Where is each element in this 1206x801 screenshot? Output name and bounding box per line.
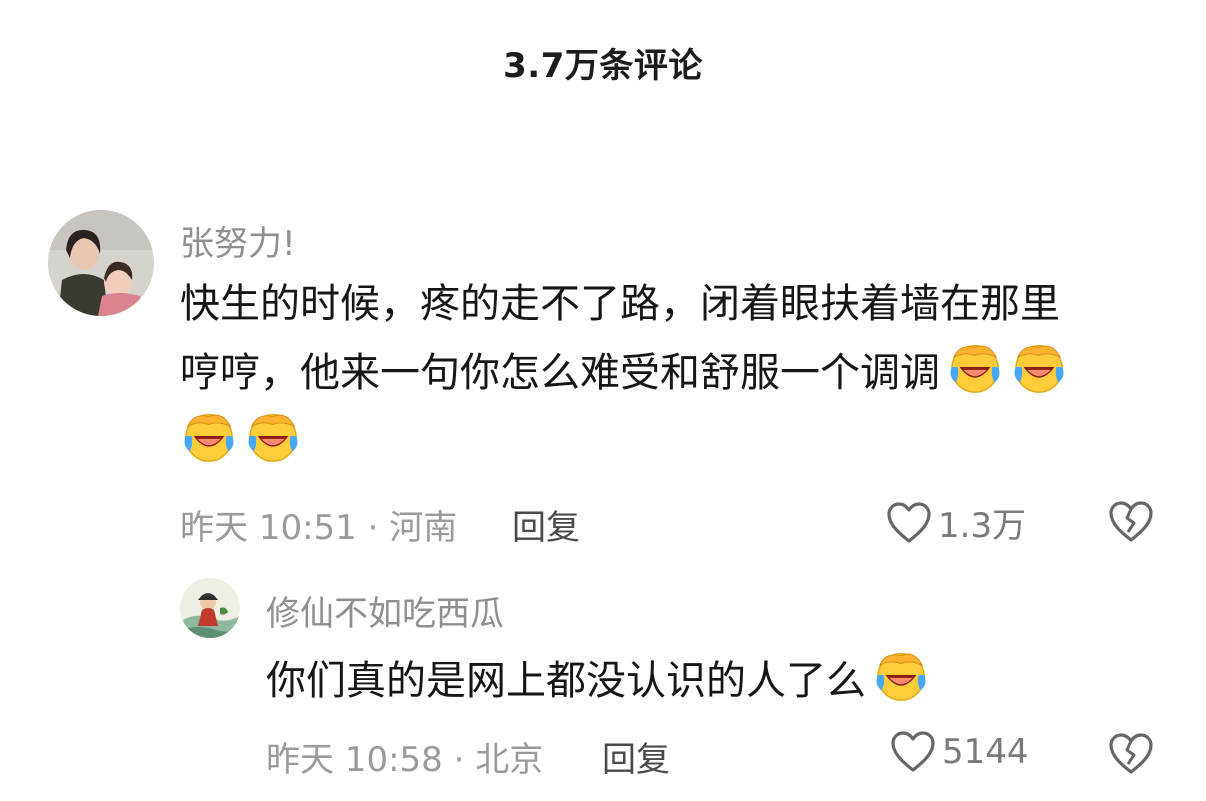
user-avatar[interactable] [180, 578, 240, 638]
heart-icon [891, 731, 935, 772]
like-count: 5144 [942, 732, 1029, 772]
comment-body: 快生的时候，疼的走不了路，闭着眼扶着墙在那里 哼哼，他来一句你怎么难受和舒服一个… [180, 270, 1170, 476]
comments-count-title: 3.7万条评论 [503, 46, 703, 86]
like-count: 1.3万 [938, 506, 1027, 546]
reply-button[interactable]: 回复 [512, 500, 580, 549]
comment-line [174, 407, 1170, 476]
comment-line-text: 哼哼，他来一句你怎么难受和舒服一个调调 [180, 350, 940, 396]
laugh-emoji-icon [1010, 338, 1068, 396]
comment-line: 快生的时候，疼的走不了路，闭着眼扶着墙在那里 [180, 281, 1060, 327]
avatar-illustration-icon [180, 578, 240, 638]
reply-button[interactable]: 回复 [602, 732, 670, 781]
comment-body: 你们真的是网上都没认识的人了么 [266, 646, 930, 715]
comment-line: 哼哼，他来一句你怎么难受和舒服一个调调 [180, 338, 1170, 407]
laugh-emoji-icon [872, 646, 930, 704]
broken-heart-icon [1109, 501, 1153, 542]
laugh-emoji-icon [244, 407, 302, 465]
comment-meta: 昨天 10:58 · 北京 [266, 740, 544, 780]
user-avatar[interactable] [48, 210, 154, 316]
comment-line-text: 你们真的是网上都没认识的人了么 [266, 658, 866, 704]
dislike-button[interactable] [1108, 500, 1154, 548]
dislike-button[interactable] [1108, 732, 1154, 780]
like-button[interactable]: 1.3万 [886, 498, 1026, 547]
laugh-emoji-icon [180, 407, 238, 465]
laugh-emoji-icon [946, 338, 1004, 396]
like-button[interactable]: 5144 [890, 730, 1029, 774]
broken-heart-icon [1109, 733, 1153, 774]
comment-username[interactable]: 张努力! [180, 216, 296, 265]
avatar-photo-icon [48, 210, 154, 316]
comment-meta: 昨天 10:51 · 河南 [180, 508, 458, 548]
comment-username[interactable]: 修仙不如吃西瓜 [266, 586, 504, 635]
heart-icon [887, 501, 931, 543]
